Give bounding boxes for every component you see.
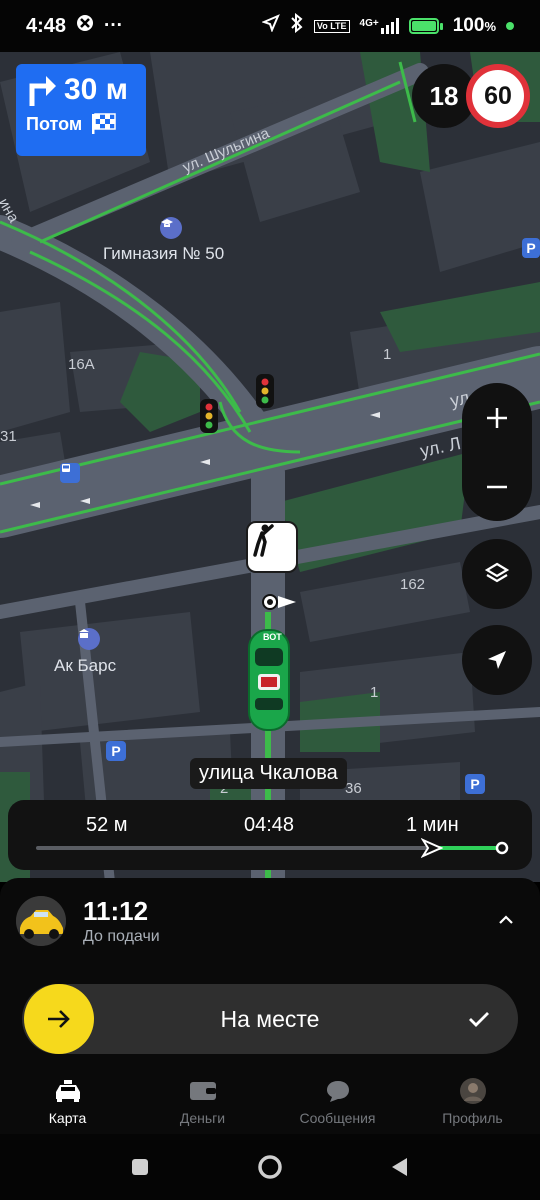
tab-messages[interactable]: Сообщения: [270, 1078, 405, 1140]
check-icon: [469, 1012, 489, 1027]
arrived-slider-button[interactable]: На месте: [22, 984, 518, 1054]
app-notification-icon: [76, 14, 94, 38]
recent-apps-button[interactable]: [120, 1147, 160, 1187]
pickup-passenger-marker[interactable]: [246, 521, 298, 573]
distance-to-pickup: 52 м: [86, 814, 128, 836]
bank-icon[interactable]: [78, 628, 100, 650]
system-navigation-bar: [0, 1134, 540, 1200]
zoom-controls: [462, 383, 532, 521]
poi-gymnasium-label: Гимназия № 50: [103, 244, 225, 263]
zoom-out-button[interactable]: [462, 452, 532, 521]
tab-profile[interactable]: Профиль: [405, 1078, 540, 1140]
navigation-map[interactable]: Гимназия № 50 Ак Барс P P P 16А 1 162 1 …: [0, 52, 540, 882]
driver-car-marker: ВОТ: [246, 628, 292, 732]
tab-label: Карта: [48, 1110, 87, 1126]
chat-bubble-icon: [326, 1081, 349, 1102]
privacy-indicator-icon: [506, 22, 514, 30]
battery-level: 100%: [452, 15, 496, 36]
next-maneuver-panel[interactable]: 30 м Потом: [16, 64, 146, 156]
car-badge: ВОТ: [263, 632, 282, 642]
minus-icon: [487, 485, 507, 488]
square-icon: [132, 1159, 148, 1175]
route-position-icon: [421, 838, 444, 858]
tab-label: Деньги: [179, 1110, 226, 1126]
gymnasium-icon[interactable]: [160, 217, 182, 239]
house-number-label: 1: [370, 684, 379, 701]
pickup-countdown: 11:12: [83, 896, 149, 926]
clock: 4:48: [26, 14, 67, 37]
arrival-time: 04:48: [244, 814, 295, 836]
pickup-countdown-label: До подачи: [83, 928, 160, 945]
tab-money[interactable]: Деньги: [135, 1078, 270, 1140]
house-number-label: 162: [400, 576, 426, 593]
parking-icon-1[interactable]: P: [106, 741, 126, 761]
my-location-button[interactable]: [462, 625, 532, 695]
home-button[interactable]: [250, 1147, 290, 1187]
house-number-label: 36: [345, 780, 362, 797]
bus-stop-icon[interactable]: [60, 463, 80, 483]
tab-label: Профиль: [442, 1110, 503, 1126]
pedestrian-icon: [253, 524, 274, 557]
more-notifications-icon: ···: [104, 15, 124, 36]
map-layers-button[interactable]: [462, 539, 532, 609]
plus-icon: [487, 407, 507, 428]
home-circle-icon: [258, 1155, 282, 1179]
house-number-label: 31: [0, 428, 17, 445]
poi-bank-label: Ак Барс: [54, 656, 117, 675]
destination-flag-icon: [262, 594, 296, 610]
taxi-car-icon: [55, 1080, 80, 1102]
bottom-tab-bar: Карта Деньги Сообщения Профиль: [0, 1078, 540, 1140]
signal-icon: 4G+: [360, 18, 399, 34]
bluetooth-icon: [290, 12, 304, 39]
time-remaining: 1 мин: [406, 814, 459, 836]
battery-icon: [408, 18, 443, 34]
finish-flag-icon: [92, 113, 116, 134]
route-progress-panel: 52 м 04:48 1 мин: [8, 800, 532, 870]
arrived-label: На месте: [220, 1006, 320, 1032]
back-triangle-icon: [392, 1158, 407, 1176]
route-end-icon: [495, 841, 509, 855]
speed-limit-sign: 60: [466, 64, 530, 128]
profile-avatar: [459, 1078, 486, 1104]
wallet-icon: [189, 1082, 216, 1100]
status-bar: 4:48 ··· Vo LTE 4G+ 100%: [0, 0, 540, 52]
tab-map[interactable]: Карта: [0, 1078, 135, 1140]
house-number-label: 1: [383, 346, 392, 363]
navigation-arrow-icon: [488, 651, 506, 669]
current-street-label: улица Чкалова: [190, 758, 347, 789]
zoom-in-button[interactable]: [462, 383, 532, 452]
parking-icon-2[interactable]: P: [465, 774, 485, 794]
tab-label: Сообщения: [299, 1110, 376, 1126]
layers-icon: [484, 562, 510, 583]
volte-icon: Vo LTE: [313, 19, 350, 33]
chevron-up-icon[interactable]: [494, 908, 518, 932]
back-button[interactable]: [380, 1147, 420, 1187]
turn-right-icon: [29, 76, 56, 106]
house-number-label: 16А: [68, 356, 95, 373]
maneuver-distance: 30 м: [64, 73, 128, 106]
next-maneuver-label: Потом: [26, 113, 83, 134]
location-icon: [261, 14, 280, 38]
parking-icon-3[interactable]: P: [522, 238, 540, 258]
taxi-car-avatar: [16, 896, 66, 946]
order-info-row[interactable]: 11:12 До подачи: [16, 896, 524, 952]
